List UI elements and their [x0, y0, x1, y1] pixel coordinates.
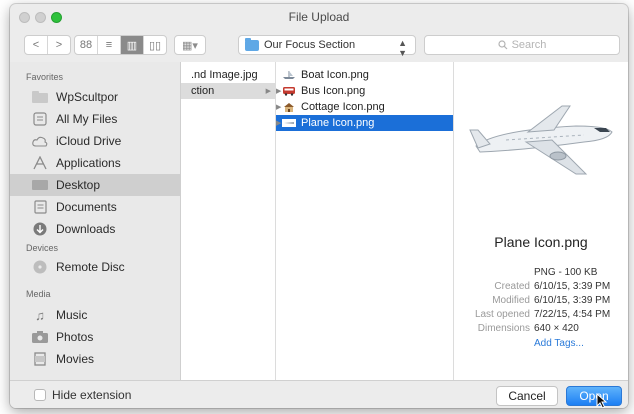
bus-icon	[282, 86, 296, 96]
sidebar-item-downloads[interactable]: Downloads	[10, 218, 180, 240]
sidebar-item-photos[interactable]: Photos	[10, 326, 180, 348]
created-label: Created	[494, 281, 530, 292]
folder-icon	[245, 37, 259, 51]
sidebar-item-label: Desktop	[56, 178, 101, 192]
dimensions-value: 640 × 420	[534, 323, 579, 334]
browser-column-2: Boat Icon.png Bus Icon.png Cottage Icon.…	[276, 62, 454, 380]
sidebar-header-media: Media	[26, 289, 51, 299]
list-item[interactable]: ction ▶	[181, 83, 275, 99]
toolbar: < > 88 ≡ ▥ ▯▯ ▦▾ Our Focus Section ▲ ▼ Se…	[10, 30, 628, 60]
last-opened-value: 7/22/15, 4:54 PM	[534, 309, 611, 320]
list-item[interactable]: Plane Icon.png	[276, 115, 453, 131]
list-item[interactable]: Bus Icon.png	[276, 83, 453, 99]
column-view-button[interactable]: ▥	[121, 36, 144, 54]
sidebar-item-label: WpScultpor	[56, 90, 119, 104]
cancel-button[interactable]: Cancel	[496, 386, 558, 406]
sidebar-item-documents[interactable]: Documents	[10, 196, 180, 218]
back-forward-control: < >	[24, 35, 71, 55]
coverflow-view-button[interactable]: ▯▯	[144, 36, 166, 54]
film-icon	[32, 352, 48, 366]
updown-chevron-icon: ▲ ▼	[398, 38, 407, 58]
disclosure-arrow-icon: ▶	[276, 120, 282, 127]
sidebar: Favorites WpScultpor All My Files iCloud…	[10, 62, 181, 380]
documents-icon	[32, 200, 48, 214]
sidebar-item-label: iCloud Drive	[56, 134, 122, 148]
camera-icon	[32, 330, 48, 344]
dimensions-label: Dimensions	[477, 323, 530, 334]
sidebar-item-wpscultpor[interactable]: WpScultpor	[10, 86, 180, 108]
icon-view-button[interactable]: 88	[75, 36, 98, 54]
add-tags-link[interactable]: Add Tags...	[534, 338, 584, 349]
file-upload-dialog: File Upload < > 88 ≡ ▥ ▯▯ ▦▾ Our Focus S…	[10, 4, 628, 408]
list-view-button[interactable]: ≡	[98, 36, 121, 54]
boat-icon	[282, 70, 296, 80]
bottom-bar: Hide extension Cancel Open	[10, 380, 628, 408]
open-button[interactable]: Open	[566, 386, 622, 406]
preview-kind-size: PNG - 100 KB	[534, 267, 598, 278]
sidebar-item-label: Downloads	[56, 222, 116, 236]
hide-extension-checkbox[interactable]	[34, 389, 46, 401]
disclosure-arrow-icon: ▶	[276, 88, 282, 95]
location-label: Our Focus Section	[264, 39, 356, 51]
zoom-window-button[interactable]	[51, 12, 62, 23]
titlebar: File Upload	[10, 4, 628, 30]
preview-pane: Plane Icon.png PNG - 100 KB Created 6/10…	[454, 62, 628, 380]
search-field[interactable]: Search	[424, 35, 620, 55]
modified-label: Modified	[492, 295, 530, 306]
plane-preview-image	[469, 105, 613, 175]
sidebar-item-label: All My Files	[56, 112, 118, 126]
last-opened-label: Last opened	[474, 309, 530, 320]
sidebar-item-label: Movies	[56, 352, 95, 366]
view-mode-control: 88 ≡ ▥ ▯▯	[74, 35, 167, 55]
preview-filename: Plane Icon.png	[494, 234, 588, 250]
sidebar-item-icloud-drive[interactable]: iCloud Drive	[10, 130, 180, 152]
downloads-icon	[32, 222, 48, 236]
window-title: File Upload	[288, 10, 350, 24]
desktop-icon	[32, 178, 48, 192]
sidebar-header-devices: Devices	[26, 243, 59, 253]
sidebar-item-movies[interactable]: Movies	[10, 348, 180, 370]
list-item[interactable]: Boat Icon.png	[276, 67, 453, 83]
sidebar-item-label: Applications	[56, 156, 121, 170]
modified-value: 6/10/15, 3:39 PM	[534, 295, 611, 306]
disclosure-arrow-icon: ▶	[265, 88, 271, 95]
sidebar-item-label: Remote Disc	[56, 260, 125, 274]
sidebar-item-all-my-files[interactable]: All My Files	[10, 108, 180, 130]
forward-button[interactable]: >	[48, 36, 70, 54]
search-icon	[497, 40, 507, 50]
created-value: 6/10/15, 3:39 PM	[534, 281, 611, 292]
sidebar-item-music[interactable]: ♫ Music	[10, 304, 180, 326]
sidebar-item-label: Photos	[56, 330, 94, 344]
close-window-button[interactable]	[19, 12, 30, 23]
all-files-icon	[32, 112, 48, 126]
list-item[interactable]: Cottage Icon.png	[276, 99, 453, 115]
back-button[interactable]: <	[25, 36, 48, 54]
sidebar-item-applications[interactable]: Applications	[10, 152, 180, 174]
cloud-icon	[32, 134, 48, 148]
sidebar-header-favorites: Favorites	[26, 72, 64, 82]
sidebar-item-remote-disc[interactable]: Remote Disc	[10, 256, 180, 278]
sidebar-item-desktop[interactable]: Desktop	[10, 174, 180, 196]
sidebar-item-label: Documents	[56, 200, 117, 214]
applications-icon	[32, 156, 48, 170]
arrange-button[interactable]: ▦▾	[174, 35, 206, 55]
sidebar-item-label: Music	[56, 308, 88, 322]
hide-extension-label: Hide extension	[52, 388, 132, 402]
browser-column-1: .nd Image.jpg ction ▶	[181, 62, 276, 380]
mouse-cursor-icon	[596, 393, 608, 408]
folder-icon	[32, 90, 48, 104]
minimize-window-button[interactable]	[35, 12, 46, 23]
list-item[interactable]: .nd Image.jpg	[181, 67, 275, 83]
disclosure-arrow-icon: ▶	[276, 104, 282, 111]
music-icon: ♫	[35, 307, 45, 323]
cottage-icon	[282, 102, 296, 112]
location-popup[interactable]: Our Focus Section ▲ ▼	[238, 35, 416, 58]
disc-icon	[32, 260, 48, 274]
plane-icon	[282, 118, 296, 128]
search-placeholder: Search	[511, 39, 547, 51]
